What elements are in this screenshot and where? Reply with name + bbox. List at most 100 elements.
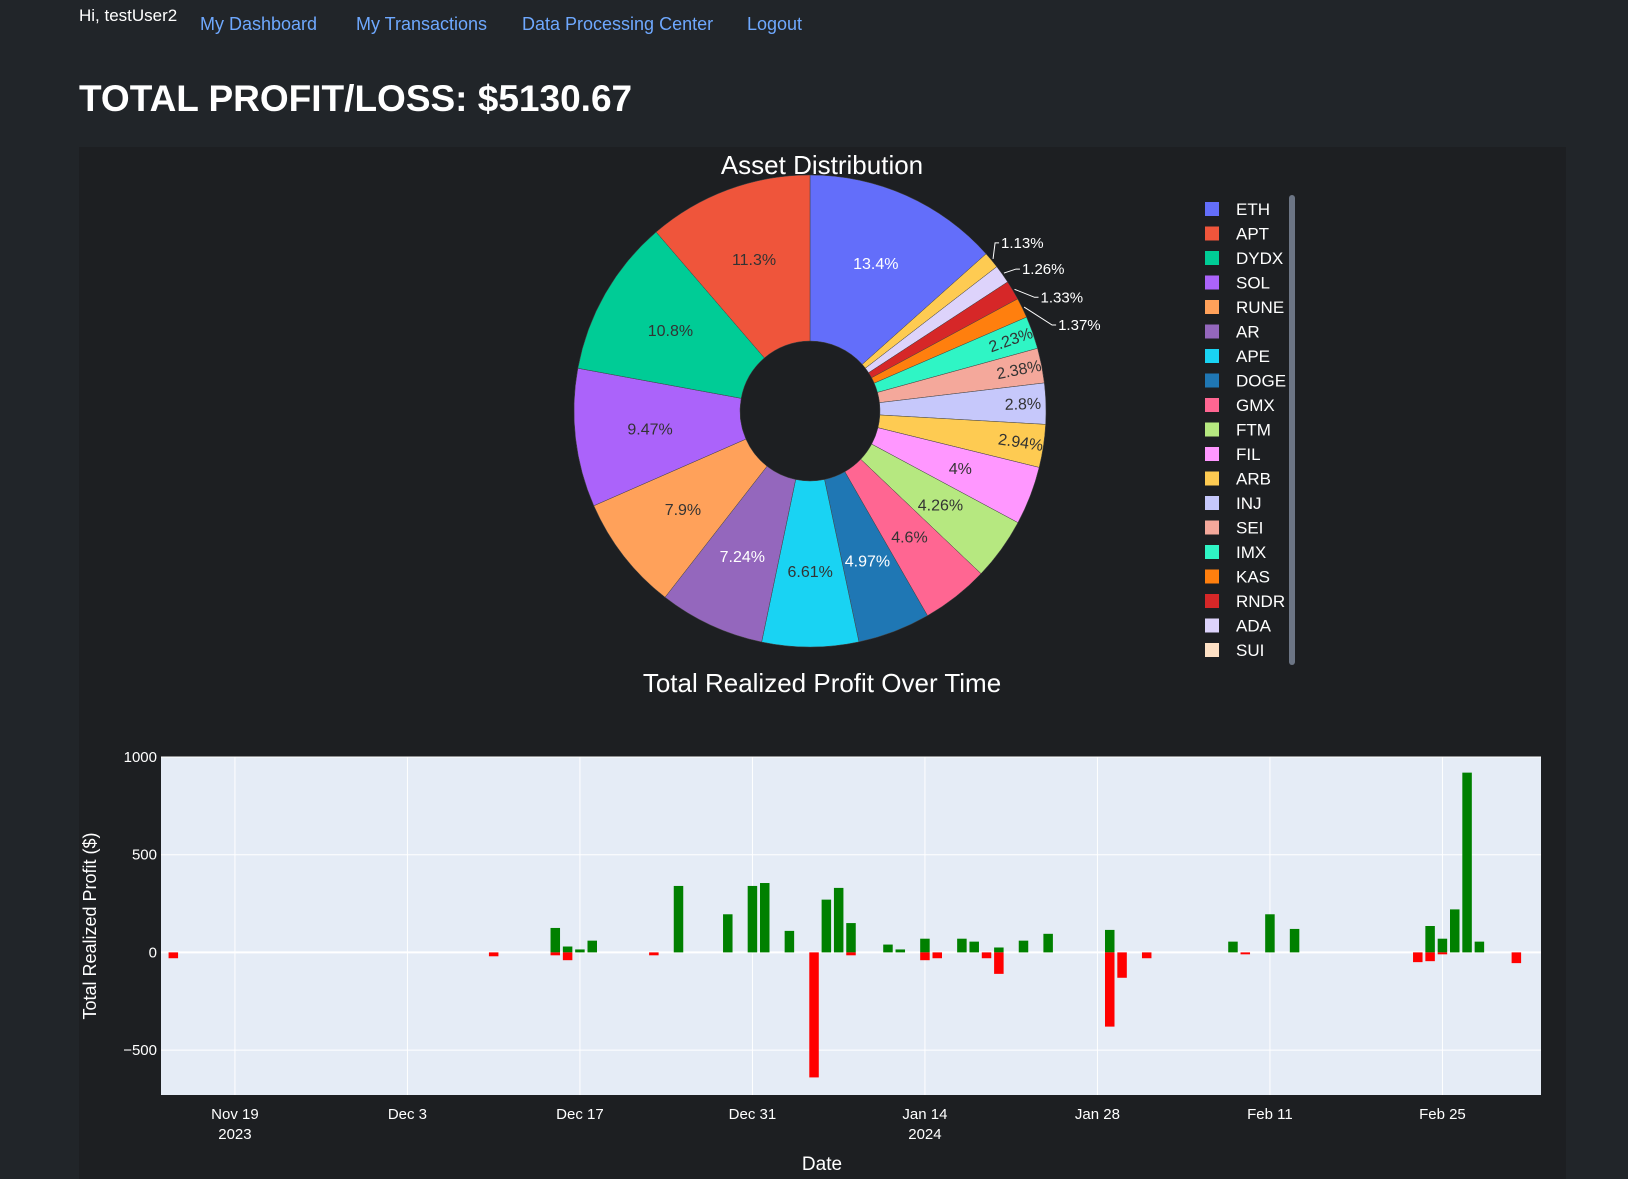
profit-bar[interactable]	[550, 952, 561, 956]
legend-label-doge[interactable]: DOGE	[1236, 372, 1286, 391]
legend-swatch-ftm[interactable]	[1205, 422, 1219, 437]
profit-bar[interactable]	[1289, 928, 1300, 953]
profit-bar[interactable]	[994, 947, 1004, 953]
legend-swatch-ar[interactable]	[1205, 324, 1219, 339]
legend-label-kas[interactable]: KAS	[1236, 568, 1270, 587]
legend-swatch-sei[interactable]	[1205, 520, 1219, 535]
legend-swatch-gmx[interactable]	[1205, 398, 1219, 412]
profit-bar[interactable]	[969, 941, 979, 953]
legend-swatch-ada[interactable]	[1205, 618, 1219, 633]
profit-bar[interactable]	[673, 885, 684, 953]
legend-label-inj[interactable]: INJ	[1236, 494, 1262, 513]
profit-bar[interactable]	[1105, 952, 1115, 1027]
pie-value-label: 7.24%	[720, 549, 765, 566]
legend-label-ftm[interactable]: FTM	[1236, 421, 1271, 440]
profit-bar[interactable]	[920, 938, 930, 953]
profit-bar[interactable]	[809, 952, 819, 1078]
profit-bar[interactable]	[760, 883, 770, 953]
profit-bar[interactable]	[1511, 952, 1522, 964]
legend-label-rndr[interactable]: RNDR	[1236, 592, 1285, 611]
profit-bar[interactable]	[168, 952, 179, 959]
legend-label-ar[interactable]: AR	[1236, 323, 1260, 342]
legend-label-ada[interactable]: ADA	[1236, 617, 1272, 636]
legend-label-sei[interactable]: SEI	[1236, 519, 1263, 538]
profit-bar[interactable]	[562, 946, 573, 953]
profit-bar[interactable]	[1462, 772, 1472, 953]
profit-bar[interactable]	[488, 952, 499, 957]
profit-bar[interactable]	[1474, 941, 1485, 953]
profit-bar[interactable]	[1413, 952, 1423, 963]
profit-bar[interactable]	[1425, 952, 1435, 962]
legend-label-fil[interactable]: FIL	[1236, 445, 1261, 464]
profit-bar[interactable]	[784, 930, 795, 953]
profit-bar[interactable]	[1437, 938, 1448, 953]
nav-link-my-dashboard[interactable]: My Dashboard	[200, 14, 317, 35]
legend-swatch-sol[interactable]	[1205, 275, 1219, 290]
profit-bar[interactable]	[957, 938, 967, 953]
legend-swatch-imx[interactable]	[1205, 545, 1219, 559]
legend-swatch-eth[interactable]	[1205, 202, 1219, 216]
profit-bar[interactable]	[649, 952, 659, 956]
legend-label-eth[interactable]: ETH	[1236, 200, 1270, 219]
profit-bar[interactable]	[1105, 929, 1115, 953]
plots-panel: Asset Distribution 13.4% 1.13% 1.26% 1.33% 1…	[79, 147, 1566, 1179]
profit-bar[interactable]	[723, 914, 733, 953]
profit-bar[interactable]	[1141, 952, 1152, 959]
legend-label-sui[interactable]: SUI	[1236, 641, 1264, 660]
legend-label-imx[interactable]: IMX	[1236, 543, 1266, 562]
nav-link-logout[interactable]: Logout	[747, 14, 802, 35]
legend-label-sol[interactable]: SOL	[1236, 274, 1270, 293]
legend-swatch-kas[interactable]	[1205, 569, 1219, 584]
profit-bar[interactable]	[1425, 926, 1435, 953]
legend-swatch-fil[interactable]	[1205, 447, 1219, 461]
profit-bar[interactable]	[821, 899, 832, 953]
pie-value-label: 1.37%	[1058, 317, 1101, 334]
y-tick-label: 500	[132, 847, 157, 864]
legend-swatch-doge[interactable]	[1205, 373, 1219, 388]
profit-bar[interactable]	[747, 885, 758, 953]
nav-link-my-transactions[interactable]: My Transactions	[356, 14, 487, 35]
x-tick-label: Jan 14	[902, 1106, 947, 1123]
legend-swatch-inj[interactable]	[1205, 496, 1219, 510]
profit-bar[interactable]	[1240, 952, 1251, 955]
legend-swatch-sui[interactable]	[1205, 643, 1219, 657]
profit-bar[interactable]	[1265, 914, 1275, 953]
profit-bar[interactable]	[587, 940, 598, 953]
profit-bar[interactable]	[1018, 940, 1029, 953]
legend-label-dydx[interactable]: DYDX	[1236, 249, 1283, 268]
profit-bar[interactable]	[981, 952, 992, 959]
profit-bar[interactable]	[883, 944, 893, 953]
profit-bar[interactable]	[1437, 952, 1448, 955]
profit-bar[interactable]	[562, 952, 573, 961]
profit-bar[interactable]	[1450, 909, 1460, 953]
profit-bar[interactable]	[1228, 941, 1238, 953]
legend-swatch-rune[interactable]	[1205, 300, 1219, 314]
profit-bar[interactable]	[1117, 952, 1127, 978]
legend-swatch-rndr[interactable]	[1205, 594, 1219, 608]
legend-label-rune[interactable]: RUNE	[1236, 298, 1284, 317]
profit-bar[interactable]	[994, 952, 1004, 974]
profit-bar[interactable]	[833, 887, 844, 953]
legend-label-apt[interactable]: APT	[1236, 225, 1269, 244]
legend-swatch-apt[interactable]	[1205, 226, 1219, 241]
profit-bar[interactable]	[846, 923, 856, 953]
legend-scrollbar[interactable]	[1289, 195, 1295, 665]
pie-value-label: 4.6%	[891, 530, 927, 547]
profit-bar[interactable]	[846, 952, 856, 956]
profit-bar[interactable]	[932, 952, 943, 959]
profit-bar[interactable]	[575, 949, 585, 953]
legend-label-gmx[interactable]: GMX	[1236, 396, 1275, 415]
profit-bar[interactable]	[895, 949, 906, 953]
x-tick-label: Feb 11	[1247, 1106, 1293, 1123]
nav-link-data-processing-center[interactable]: Data Processing Center	[522, 14, 713, 35]
legend-swatch-dydx[interactable]	[1205, 251, 1219, 265]
legend-swatch-arb[interactable]	[1205, 471, 1219, 486]
legend-swatch-ape[interactable]	[1205, 349, 1219, 363]
pie-value-label: 2.8%	[1004, 396, 1041, 414]
legend-label-ape[interactable]: APE	[1236, 347, 1270, 366]
pie-legend: ETH APT DYDX SOL RUNE AR APE DOGE GMX FTM FIL ARB IN…	[1205, 200, 1286, 660]
profit-bar[interactable]	[1043, 933, 1053, 953]
profit-bar[interactable]	[550, 927, 561, 953]
legend-label-arb[interactable]: ARB	[1236, 470, 1271, 489]
profit-bar[interactable]	[920, 952, 930, 961]
